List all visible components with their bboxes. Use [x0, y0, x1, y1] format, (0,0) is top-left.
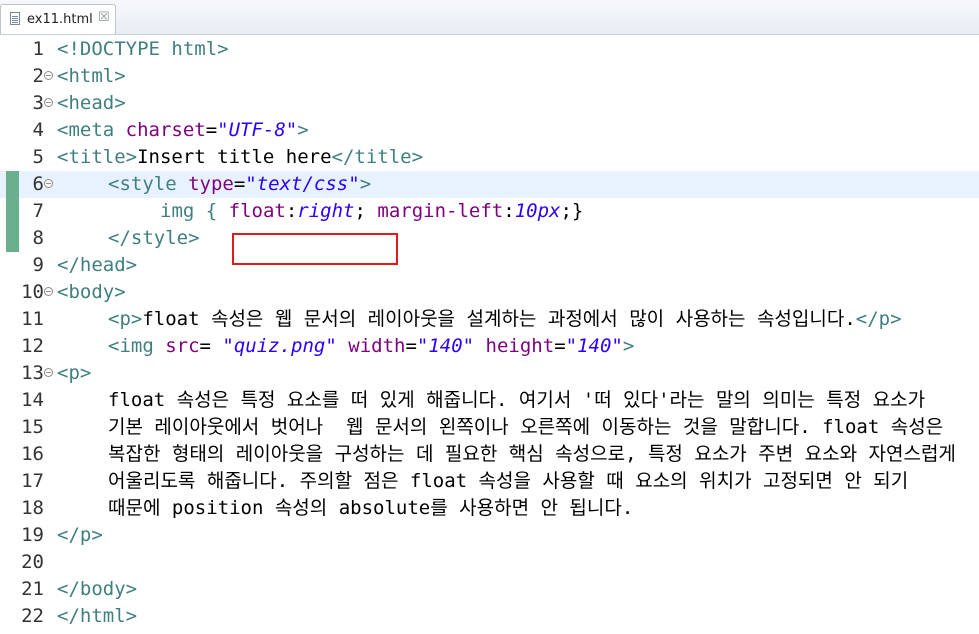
- code-line: 4 <meta charset="UTF-8">: [0, 117, 979, 144]
- code-text: </style>: [108, 227, 200, 249]
- code-text: <!DOCTYPE html>: [57, 38, 229, 60]
- code-text: </p>: [57, 524, 103, 546]
- code-text: <img src= "quiz.png" width="140" height=…: [108, 335, 635, 357]
- code-line: 14 float 속성은 특정 요소를 떠 있게 해줍니다. 여기서 '떠 있다…: [0, 387, 979, 414]
- code-line: 2 − <html>: [0, 63, 979, 90]
- code-text: img { float:right; margin-left:10px;}: [160, 200, 584, 222]
- code-text: <body>: [57, 281, 126, 303]
- code-line: 22 </html>: [0, 603, 979, 630]
- html-file-icon: [10, 12, 20, 25]
- code-line: 5 <title>Insert title here</title>: [0, 144, 979, 171]
- code-text: </body>: [57, 578, 138, 600]
- code-line: 11 <p>float 속성은 웹 문서의 레이아웃을 설계하는 과정에서 많이…: [0, 306, 979, 333]
- line-number: 8: [32, 227, 44, 249]
- code-text: <title>Insert title here</title>: [57, 146, 424, 168]
- line-number: 5: [32, 146, 44, 168]
- code-text: <meta charset="UTF-8">: [57, 119, 309, 141]
- line-number: 10: [21, 281, 44, 303]
- code-text: 때문에 position 속성의 absolute를 사용하면 안 됩니다.: [108, 497, 634, 519]
- code-editor[interactable]: 1 <!DOCTYPE html> 2 − <html> 3 − <head> …: [0, 35, 979, 634]
- code-text: <style type="text/css">: [108, 173, 372, 195]
- code-text: </head>: [57, 254, 138, 276]
- code-line: 16 복잡한 형태의 레이아웃을 구성하는 데 필요한 핵심 속성으로, 특정 …: [0, 441, 979, 468]
- code-line: 12 <img src= "quiz.png" width="140" heig…: [0, 333, 979, 360]
- code-line: 18 때문에 position 속성의 absolute를 사용하면 안 됩니다…: [0, 495, 979, 522]
- code-line-current: 6 − <style type="text/css">: [0, 171, 979, 198]
- line-number: 2: [32, 65, 44, 87]
- close-icon[interactable]: ☒: [98, 10, 110, 25]
- fold-collapse-icon[interactable]: −: [44, 179, 53, 188]
- code-line: 19 </p>: [0, 522, 979, 549]
- code-text: </html>: [57, 605, 138, 627]
- line-number: 3: [32, 92, 44, 114]
- code-text: float 속성은 특정 요소를 떠 있게 해줍니다. 여기서 '떠 있다'라는…: [108, 389, 926, 411]
- code-line: 17 어울리도록 해줍니다. 주의할 점은 float 속성을 사용할 때 요소…: [0, 468, 979, 495]
- fold-collapse-icon[interactable]: −: [44, 287, 53, 296]
- code-text: <p>float 속성은 웹 문서의 레이아웃을 설계하는 과정에서 많이 사용…: [108, 308, 902, 330]
- line-number: 17: [21, 470, 44, 492]
- code-line: 1 <!DOCTYPE html>: [0, 36, 979, 63]
- line-number: 15: [21, 416, 44, 438]
- line-number: 12: [21, 335, 44, 357]
- line-number: 13: [21, 362, 44, 384]
- code-line: 15 기본 레이아웃에서 벗어나 웹 문서의 왼쪽이나 오른쪽에 이동하는 것을…: [0, 414, 979, 441]
- code-line: 7 img { float:right; margin-left:10px;}: [0, 198, 979, 225]
- code-line: 13 − <p>: [0, 360, 979, 387]
- tab-ex11-html[interactable]: ex11.html ☒: [0, 4, 116, 34]
- line-number: 7: [32, 200, 44, 222]
- fold-collapse-icon[interactable]: −: [44, 368, 53, 377]
- fold-collapse-icon[interactable]: −: [44, 71, 53, 80]
- line-number: 22: [21, 605, 44, 627]
- code-text: <p>: [57, 362, 92, 384]
- code-line: 10 − <body>: [0, 279, 979, 306]
- line-number: 1: [32, 38, 44, 60]
- code-line: 3 − <head>: [0, 90, 979, 117]
- line-number: 14: [21, 389, 44, 411]
- line-number: 18: [21, 497, 44, 519]
- code-line: 9 </head>: [0, 252, 979, 279]
- line-number: 20: [21, 551, 44, 573]
- line-number: 21: [21, 578, 44, 600]
- fold-collapse-icon[interactable]: −: [44, 98, 53, 107]
- tab-title: ex11.html: [27, 12, 93, 27]
- code-line: 21 </body>: [0, 576, 979, 603]
- code-line: 20: [0, 549, 979, 576]
- line-number: 9: [32, 254, 44, 276]
- line-number: 6: [32, 173, 44, 195]
- line-number: 19: [21, 524, 44, 546]
- code-text: 기본 레이아웃에서 벗어나 웹 문서의 왼쪽이나 오른쪽에 이동하는 것을 말합…: [108, 416, 944, 438]
- line-number: 16: [21, 443, 44, 465]
- editor-tab-bar: ex11.html ☒: [0, 0, 979, 35]
- code-text: 어울리도록 해줍니다. 주의할 점은 float 속성을 사용할 때 요소의 위…: [108, 470, 909, 492]
- line-number: 4: [32, 119, 44, 141]
- code-line: 8 </style>: [0, 225, 979, 252]
- line-number: 11: [21, 308, 44, 330]
- code-text: <head>: [57, 92, 126, 114]
- code-text: <html>: [57, 65, 126, 87]
- code-text: 복잡한 형태의 레이아웃을 구성하는 데 필요한 핵심 속성으로, 특정 요소가…: [108, 443, 956, 465]
